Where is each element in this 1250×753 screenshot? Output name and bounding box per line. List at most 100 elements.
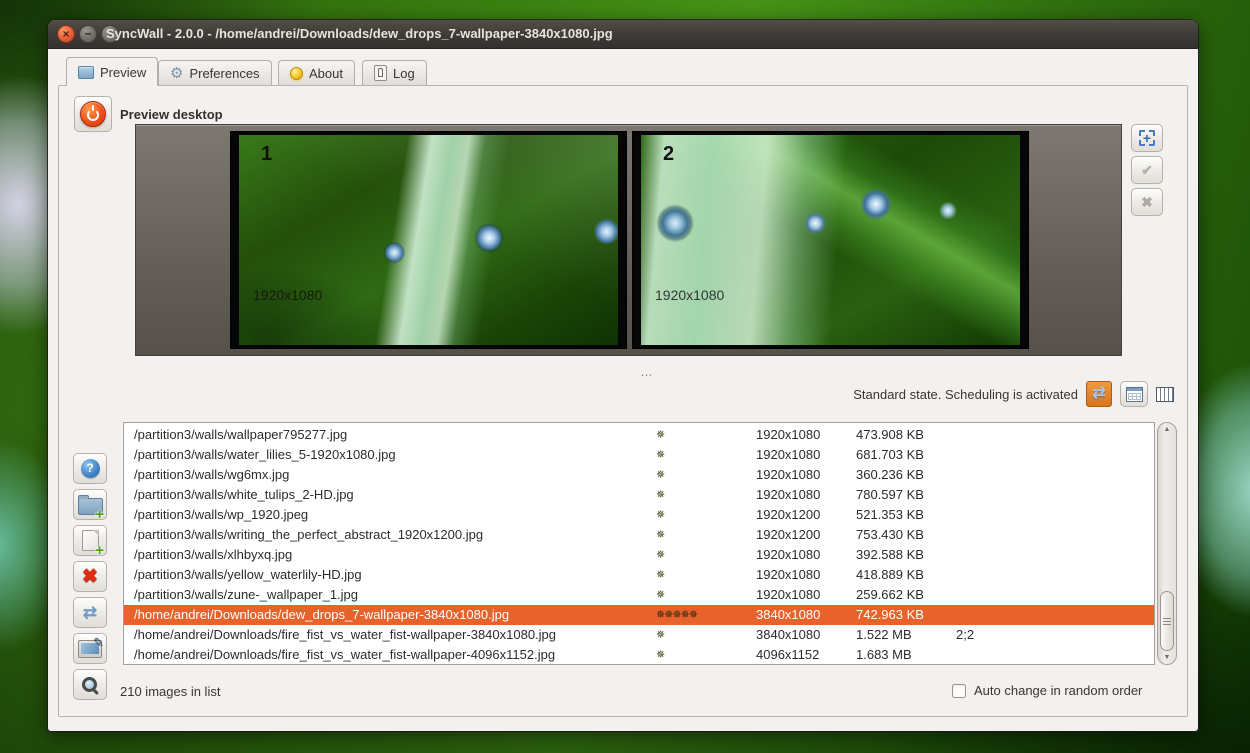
row-size: 259.662 KB [856,585,924,605]
schedule-sync-icon: ⇄ [1086,381,1112,407]
row-path: /partition3/walls/water_lilies_5-1920x10… [134,445,396,465]
titlebar[interactable]: × – □ SyncWall - 2.0.0 - /home/andrei/Do… [48,20,1198,49]
file-list[interactable]: /partition3/walls/wallpaper795277.jpg ✵ 19… [123,422,1155,665]
move-selection-icon: + [1139,130,1155,146]
scroll-up-button[interactable]: ▲ [1158,426,1176,433]
tab-about[interactable]: About [278,60,355,85]
monitor-2-preview[interactable]: 2 1920x1080 [632,131,1029,349]
close-button[interactable]: × [57,25,75,43]
calendar-icon [1126,387,1143,402]
calendar-view-button[interactable] [1120,381,1148,407]
columns-view-button[interactable] [1156,387,1174,402]
plus-badge-icon: + [95,510,104,520]
preview-desktop-label: Preview desktop [120,107,223,122]
list-scrollbar[interactable]: ▲ ▼ [1157,422,1177,665]
table-row[interactable]: /partition3/walls/wp_1920.jpeg✵1920x1200… [124,505,1154,525]
monitor-1-preview[interactable]: 1 1920x1080 [230,131,627,349]
row-rating-stars: ✵ [656,445,664,465]
table-row[interactable]: /home/andrei/Downloads/fire_fist_vs_wate… [124,645,1154,665]
table-row[interactable]: /home/andrei/Downloads/fire_fist_vs_wate… [124,625,1154,645]
remove-image-button[interactable]: ✖ [73,561,107,592]
table-row[interactable]: /home/andrei/Downloads/dew_drops_7-wallp… [124,605,1154,625]
row-size: 392.588 KB [856,545,924,565]
add-folder-button[interactable]: + [73,489,107,520]
check-icon: ✔ [1141,162,1153,179]
row-path: /partition3/walls/yellow_waterlily-HD.jp… [134,565,362,585]
row-path: /partition3/walls/wp_1920.jpeg [134,505,308,525]
desktop: { "window": { "title": "SyncWall - 2.0.0… [0,0,1250,753]
row-resolution: 1920x1080 [756,465,820,485]
table-row[interactable]: /partition3/walls/wallpaper795277.jpg✵19… [124,425,1154,445]
plus-badge-icon: + [95,546,104,556]
pencil-icon: ✎ [93,635,104,651]
table-row[interactable]: /partition3/walls/wg6mx.jpg✵1920x1080360… [124,465,1154,485]
close-x-icon: ✖ [1141,194,1153,211]
row-size: 681.703 KB [856,445,924,465]
table-row[interactable]: /partition3/walls/xlhbyxq.jpg ✵ 1920x1080 3… [124,545,1154,565]
row-rating-stars: ✵ [656,565,664,585]
monitor-1-number: 1 [261,143,272,166]
row-size: 753.430 KB [856,525,924,545]
row-resolution: 3840x1080 [756,625,820,645]
table-row[interactable]: /partition3/walls/white_tulips_2-HD.jpg✵… [124,485,1154,505]
image-count-label: 210 images in list [120,684,220,699]
wallpaper-1-image [239,135,618,345]
preview-desktop-button[interactable] [74,96,112,132]
wallpaper-2-image [641,135,1020,345]
tab-preferences[interactable]: ⚙ Preferences [158,60,272,85]
monitor-2-resolution: 1920x1080 [655,287,724,303]
scroll-down-button[interactable]: ▼ [1158,654,1176,661]
preview-image-button[interactable] [73,669,107,700]
random-order-checkbox[interactable] [952,684,966,698]
select-monitor-button[interactable]: + [1131,124,1163,152]
minimize-button[interactable]: – [79,25,97,43]
table-row[interactable]: /partition3/walls/yellow_waterlily-HD.jp… [124,565,1154,585]
desktop-preview-panel: 1 1920x1080 2 1920x1080 [135,124,1122,356]
help-button[interactable]: ? [73,453,107,484]
add-file-button[interactable]: + [73,525,107,556]
row-rating-stars: ✵ [656,625,664,645]
random-order-label[interactable]: Auto change in random order [974,683,1142,698]
row-size: 1.683 MB [856,645,912,665]
row-resolution: 1920x1080 [756,545,820,565]
row-rating-stars: ✵ [656,525,664,545]
magnifier-icon [80,675,100,695]
row-path: /partition3/walls/wg6mx.jpg [134,465,289,485]
row-path: /partition3/walls/wallpaper795277.jpg [134,425,347,445]
monitor-1-screen: 1 1920x1080 [239,135,618,345]
row-path: /home/andrei/Downloads/fire_fist_vs_wate… [134,625,556,645]
discard-button[interactable]: ✖ [1131,188,1163,216]
row-rating-stars: ✵ [656,465,664,485]
row-path: /partition3/walls/xlhbyxq.jpg [134,545,292,565]
row-path: /home/andrei/Downloads/fire_fist_vs_wate… [134,645,555,665]
row-size: 521.353 KB [856,505,924,525]
row-resolution: 1920x1080 [756,445,820,465]
refresh-list-button[interactable]: ⇄ [73,597,107,628]
row-resolution: 1920x1080 [756,565,820,585]
tab-preview[interactable]: Preview [66,57,158,86]
row-size: 780.597 KB [856,485,924,505]
power-icon [80,101,106,127]
close-icon: × [62,27,69,41]
row-size: 418.889 KB [856,565,924,585]
monitor-icon [78,66,94,79]
tab-log-label: Log [393,66,415,81]
random-order-option: Auto change in random order [952,683,1142,698]
paperclip-icon [374,65,387,81]
apply-wallpaper-button[interactable]: ✔ [1131,156,1163,184]
tab-preferences-label: Preferences [189,66,259,81]
scrollbar-thumb[interactable] [1160,591,1174,651]
table-row[interactable]: /partition3/walls/zune-_wallpaper_1.jpg✵… [124,585,1154,605]
set-wallpaper-button[interactable]: ✎ [73,633,107,664]
tab-preview-label: Preview [100,65,146,80]
splitter-handle[interactable]: ⋯ [636,371,658,381]
tab-log[interactable]: Log [362,60,427,85]
row-rating-stars: ✵ [656,645,664,665]
file-list-rows: /partition3/walls/wallpaper795277.jpg ✵ 19… [124,425,1154,665]
row-rating-stars: ✵ [656,585,664,605]
row-rating-stars: ✵ [656,545,664,565]
row-size: 1.522 MB [856,625,912,645]
table-row[interactable]: /partition3/walls/writing_the_perfect_ab… [124,525,1154,545]
table-row[interactable]: /partition3/walls/water_lilies_5-1920x10… [124,445,1154,465]
refresh-icon: ⇄ [83,604,97,621]
